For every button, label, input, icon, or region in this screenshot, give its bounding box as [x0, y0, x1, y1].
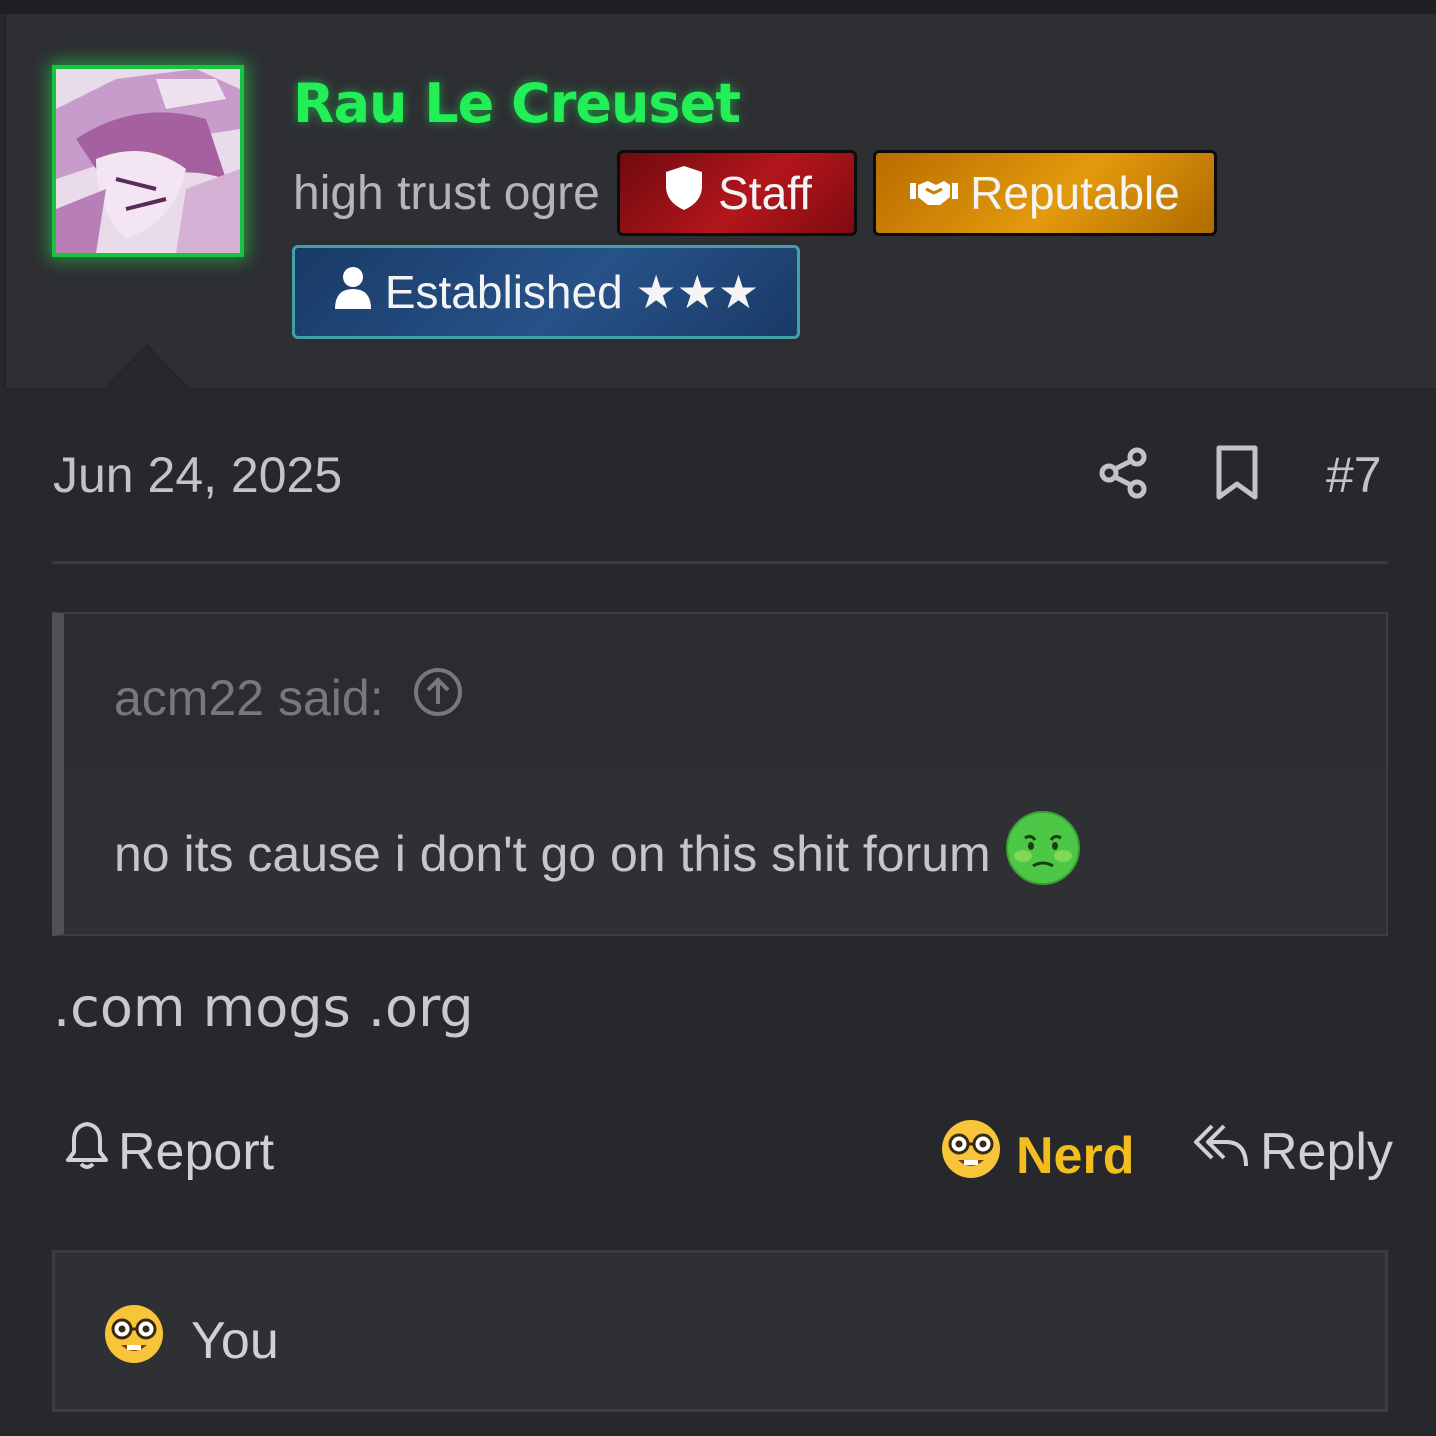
reply-button[interactable]: Reply: [1192, 1120, 1393, 1183]
established-badge: Established ★★★: [292, 245, 800, 339]
username[interactable]: Rau Le Creuset: [293, 72, 741, 135]
established-badge-label: Established ★★★: [384, 266, 760, 318]
reply-label: Reply: [1260, 1122, 1393, 1181]
quote-author[interactable]: acm22 said:: [114, 666, 464, 730]
reaction-nerd-label: Nerd: [1016, 1126, 1135, 1185]
divider: [52, 561, 1388, 564]
report-button[interactable]: Report: [64, 1120, 274, 1183]
handshake-icon: [910, 166, 959, 220]
shield-icon: [662, 164, 706, 223]
share-icon[interactable]: [1097, 446, 1149, 500]
reputable-badge-label: Reputable: [970, 167, 1180, 219]
reaction-nerd-button[interactable]: Nerd: [940, 1118, 1134, 1193]
post-body: .com mogs .org: [53, 976, 474, 1039]
staff-badge-label: Staff: [718, 167, 812, 219]
header-caret: [105, 346, 189, 390]
bookmark-icon[interactable]: [1214, 444, 1260, 502]
quote-author-label: acm22 said:: [114, 670, 384, 726]
user-title: high trust ogre: [293, 167, 600, 220]
arrow-up-circle-icon[interactable]: [412, 666, 464, 730]
bell-icon: [64, 1120, 110, 1183]
reaction-user-name: You: [191, 1311, 279, 1370]
report-label: Report: [118, 1122, 275, 1181]
user-icon: [333, 265, 373, 320]
reputable-badge: Reputable: [873, 150, 1217, 236]
quote-body: no its cause i don't go on this shit for…: [114, 810, 1081, 898]
staff-badge: Staff: [617, 150, 857, 236]
reply-icon: [1192, 1120, 1250, 1183]
quote-block: acm22 said: no its cause i don't go on t…: [52, 612, 1388, 936]
nerd-face-icon: [940, 1118, 1002, 1193]
post-date[interactable]: Jun 24, 2025: [53, 446, 342, 504]
reactions-bar[interactable]: You: [52, 1250, 1388, 1412]
nauseated-face-icon: [1005, 810, 1081, 898]
avatar[interactable]: [52, 65, 244, 257]
quote-text: no its cause i don't go on this shit for…: [114, 826, 991, 882]
quote-header: acm22 said:: [64, 614, 1386, 768]
post-number[interactable]: #7: [1326, 446, 1382, 504]
nerd-face-icon: [103, 1303, 165, 1378]
top-strip: [0, 0, 1436, 14]
reaction-list-item[interactable]: You: [103, 1303, 279, 1378]
